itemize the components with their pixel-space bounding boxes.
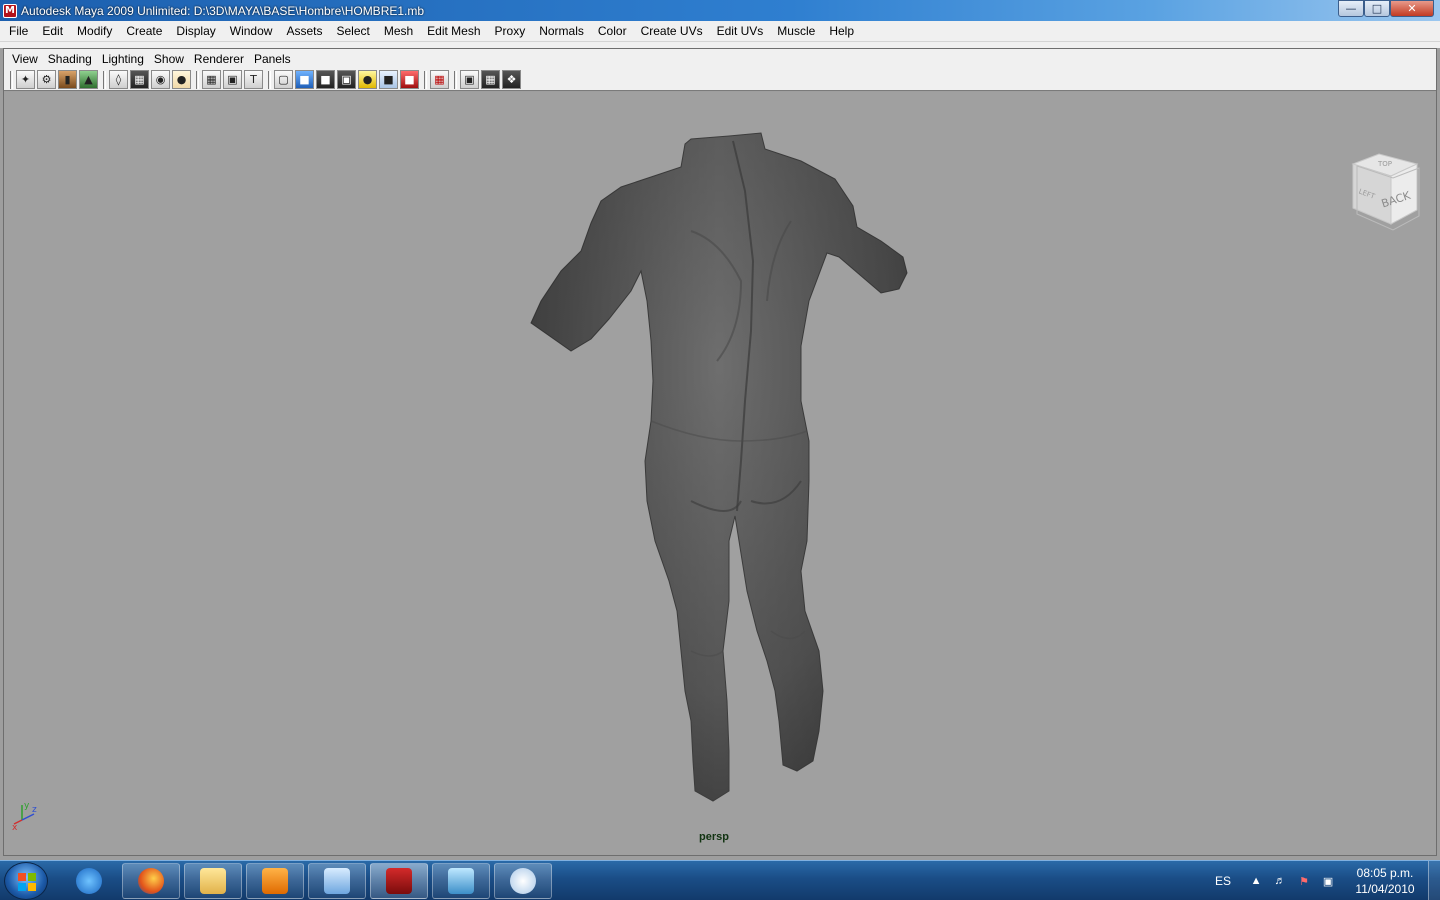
menu-select[interactable]: Select	[329, 24, 376, 38]
language-indicator[interactable]: ES	[1215, 874, 1231, 888]
clock-time: 08:05 p.m.	[1356, 866, 1414, 880]
internet-explorer-icon[interactable]	[60, 863, 118, 899]
wireframe-on-shaded-icon[interactable]: ■	[316, 70, 335, 89]
isolate-select-icon[interactable]: ▦	[430, 70, 449, 89]
resolution-gate-icon[interactable]: ●	[172, 70, 191, 89]
system-tray: ES ▲ ♬ ⚑ ▣	[1215, 861, 1345, 900]
viewcube-top-label[interactable]: TOP	[1377, 160, 1392, 168]
paint-icon[interactable]	[494, 863, 552, 899]
two-d-pan-icon[interactable]: ◊	[109, 70, 128, 89]
gate-mask-icon[interactable]: ▦	[202, 70, 221, 89]
smooth-shade-icon[interactable]: ■	[295, 70, 314, 89]
menu-muscle[interactable]: Muscle	[770, 24, 822, 38]
menu-window[interactable]: Window	[223, 24, 280, 38]
panel-menu-renderer[interactable]: Renderer	[189, 52, 249, 66]
select-camera-icon[interactable]: ✦	[16, 70, 35, 89]
minimize-button[interactable]: —	[1338, 0, 1364, 17]
panel-menu-view[interactable]: View	[7, 52, 43, 66]
image-plane-icon[interactable]: ▲	[79, 70, 98, 89]
menu-file[interactable]: File	[2, 24, 35, 38]
menu-edit-uvs[interactable]: Edit UVs	[710, 24, 771, 38]
system-clock[interactable]: 08:05 p.m. 11/04/2010	[1348, 865, 1422, 897]
field-chart-icon[interactable]: ▣	[223, 70, 242, 89]
wireframe-icon[interactable]: ▢	[274, 70, 293, 89]
toolbar-separator	[454, 70, 457, 89]
network-icon[interactable]: ▣	[1321, 875, 1335, 888]
axis-indicator: y z x	[12, 801, 37, 830]
menu-proxy[interactable]: Proxy	[488, 24, 533, 38]
menu-edit[interactable]: Edit	[35, 24, 70, 38]
view-cube[interactable]: TOP LEFT BACK	[1349, 152, 1424, 232]
hardware-texturing-icon[interactable]: ▦	[481, 70, 500, 89]
show-desktop-button[interactable]	[1428, 861, 1440, 900]
menu-modify[interactable]: Modify	[70, 24, 119, 38]
menu-assets[interactable]: Assets	[279, 24, 329, 38]
human-body-model[interactable]	[4, 92, 1438, 855]
textured-icon[interactable]: ▣	[337, 70, 356, 89]
clock-date: 11/04/2010	[1355, 882, 1415, 896]
panel-menubar: View Shading Lighting Show Renderer Pane…	[4, 49, 1436, 69]
panel-menu-lighting[interactable]: Lighting	[97, 52, 149, 66]
explorer-icon[interactable]	[184, 863, 242, 899]
panel-toolbar: ✦ ⚙ ▮ ▲ ◊ ▦ ◉ ● ▦ ▣ T ▢ ■ ■ ▣ ● ■ ■ ▦ ▣ …	[4, 69, 1436, 91]
menu-create-uvs[interactable]: Create UVs	[634, 24, 710, 38]
menu-create[interactable]: Create	[119, 24, 169, 38]
viewport-canvas[interactable]: TOP LEFT BACK y z x persp	[4, 92, 1436, 855]
maximize-button[interactable]: □	[1364, 0, 1390, 17]
lock-camera-icon[interactable]: ⚙	[37, 70, 56, 89]
volume-icon[interactable]: ♬	[1273, 875, 1287, 887]
menu-normals[interactable]: Normals	[532, 24, 591, 38]
toolbar-separator	[196, 70, 199, 89]
toolbar-separator	[103, 70, 106, 89]
axis-z-label: z	[32, 805, 37, 815]
main-menubar: File Edit Modify Create Display Window A…	[0, 21, 1440, 42]
toolbar-separator	[268, 70, 271, 89]
perspective-panel: View Shading Lighting Show Renderer Pane…	[3, 48, 1437, 856]
toolbar-separator	[10, 70, 13, 89]
close-button[interactable]: ✕	[1390, 0, 1434, 17]
action-center-icon[interactable]: ⚑	[1297, 875, 1311, 888]
menu-edit-mesh[interactable]: Edit Mesh	[420, 24, 487, 38]
panel-menu-panels[interactable]: Panels	[249, 52, 296, 66]
show-hidden-icons-icon[interactable]: ▲	[1249, 875, 1263, 887]
xray-joints-icon[interactable]: ▣	[460, 70, 479, 89]
grid-icon[interactable]: ▦	[130, 70, 149, 89]
media-player-icon[interactable]	[246, 863, 304, 899]
film-gate-icon[interactable]: ◉	[151, 70, 170, 89]
use-all-lights-icon[interactable]: ●	[358, 70, 377, 89]
maya-app-icon[interactable]: M	[3, 3, 17, 18]
shadows-icon[interactable]: ■	[379, 70, 398, 89]
window-title: Autodesk Maya 2009 Unlimited: D:\3D\MAYA…	[21, 3, 425, 18]
safe-title-icon[interactable]: T	[244, 70, 263, 89]
menu-help[interactable]: Help	[822, 24, 861, 38]
menu-color[interactable]: Color	[591, 24, 634, 38]
xray-icon[interactable]: ■	[400, 70, 419, 89]
toolbar-separator	[424, 70, 427, 89]
high-quality-icon[interactable]: ❖	[502, 70, 521, 89]
maya-icon[interactable]	[370, 863, 428, 899]
title-bar: M Autodesk Maya 2009 Unlimited: D:\3D\MA…	[0, 0, 1440, 21]
windows-taskbar: ES ▲ ♬ ⚑ ▣ 08:05 p.m. 11/04/2010	[0, 860, 1440, 900]
camera-name-label: persp	[699, 831, 729, 843]
bookmark-icon[interactable]: ▮	[58, 70, 77, 89]
start-button[interactable]	[4, 862, 48, 900]
notepad-icon[interactable]	[432, 863, 490, 899]
windows-logo-icon	[18, 873, 36, 891]
axis-y-label: y	[24, 801, 30, 811]
panel-menu-shading[interactable]: Shading	[43, 52, 97, 66]
panel-menu-show[interactable]: Show	[149, 52, 189, 66]
axis-x-label: x	[12, 823, 18, 830]
window-controls: — □ ✕	[1338, 0, 1434, 17]
firefox-icon[interactable]	[122, 863, 180, 899]
menu-display[interactable]: Display	[169, 24, 222, 38]
menu-mesh[interactable]: Mesh	[377, 24, 420, 38]
tools-icon[interactable]	[308, 863, 366, 899]
